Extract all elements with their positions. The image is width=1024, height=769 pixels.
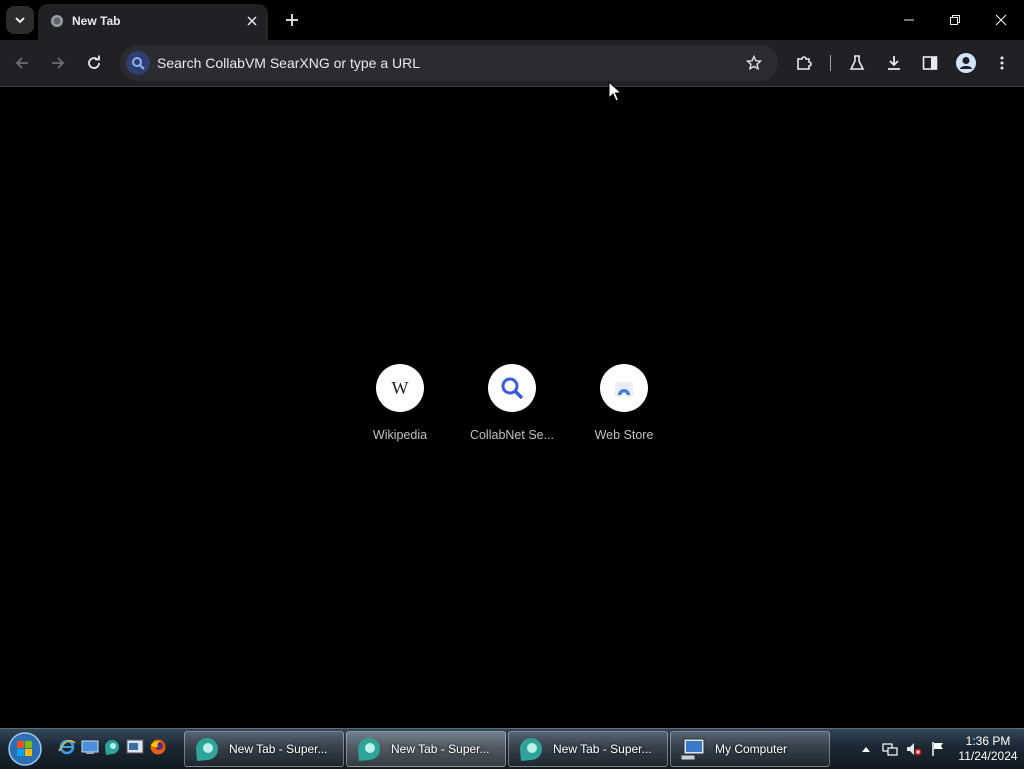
quicklaunch-ie[interactable] bbox=[58, 738, 76, 756]
chevron-down-icon bbox=[15, 17, 25, 24]
taskbar-button-label: New Tab - Super... bbox=[229, 742, 328, 756]
shortcut-label: Web Store bbox=[594, 428, 654, 442]
quicklaunch-firefox[interactable] bbox=[149, 738, 167, 756]
computer-icon bbox=[680, 738, 705, 761]
wikipedia-glyph: W bbox=[391, 377, 409, 398]
show-hidden-icons-button[interactable] bbox=[858, 741, 874, 757]
flask-icon bbox=[849, 55, 865, 70]
triangle-up-icon bbox=[862, 747, 870, 752]
reload-icon bbox=[88, 55, 100, 69]
close-window-button[interactable] bbox=[986, 6, 1016, 34]
labs-button[interactable] bbox=[843, 49, 871, 77]
download-icon bbox=[888, 56, 900, 70]
shortcut-label: CollabNet Se... bbox=[469, 428, 555, 442]
new-tab-page: W Wikipedia CollabNet Se... Web Store bbox=[0, 87, 1024, 728]
address-bar-placeholder: Search CollabVM SearXNG or type a URL bbox=[157, 55, 420, 71]
minimize-button[interactable] bbox=[894, 6, 924, 34]
search-icon bbox=[126, 51, 150, 75]
reload-button[interactable] bbox=[80, 49, 108, 77]
network-icon bbox=[882, 743, 898, 756]
arrow-left-icon bbox=[15, 57, 28, 69]
new-tab-button[interactable] bbox=[280, 8, 304, 32]
tab-close-button[interactable] bbox=[244, 13, 260, 29]
quicklaunch-window-switcher[interactable] bbox=[126, 738, 144, 756]
taskbar-button-new-tab-3[interactable]: New Tab - Super... bbox=[508, 731, 668, 767]
tray-volume[interactable] bbox=[906, 741, 922, 757]
tray-action-center[interactable] bbox=[930, 741, 946, 757]
bookmark-button[interactable] bbox=[744, 53, 764, 73]
shortcut-label: Wikipedia bbox=[372, 428, 428, 442]
show-desktop-icon bbox=[81, 740, 99, 754]
browser-icon bbox=[358, 738, 380, 761]
quicklaunch-browser[interactable] bbox=[103, 738, 121, 756]
avatar-icon bbox=[956, 53, 976, 73]
toolbar-divider bbox=[830, 55, 831, 71]
taskbar-button-label: My Computer bbox=[715, 742, 788, 756]
plus-icon bbox=[286, 14, 298, 26]
back-button[interactable] bbox=[8, 49, 36, 77]
tab-new-tab[interactable]: New Tab bbox=[38, 4, 268, 40]
wikipedia-icon: W bbox=[376, 364, 424, 412]
clock-time: 1:36 PM bbox=[965, 734, 1011, 748]
taskbar-button-my-computer[interactable]: My Computer bbox=[670, 731, 830, 767]
browser-icon bbox=[105, 740, 119, 755]
taskbar: New Tab - Super... New Tab - Super... Ne… bbox=[0, 728, 1024, 769]
firefox-icon bbox=[150, 739, 166, 755]
windows-orb-icon bbox=[8, 732, 42, 766]
shortcut-wikipedia[interactable]: W Wikipedia bbox=[352, 364, 448, 442]
browser-icon bbox=[520, 738, 542, 761]
menu-button[interactable] bbox=[988, 49, 1016, 77]
taskbar-button-new-tab-2[interactable]: New Tab - Super... bbox=[346, 731, 506, 767]
quicklaunch-desktop[interactable] bbox=[81, 738, 99, 756]
browser-icon bbox=[196, 738, 218, 761]
flag-icon bbox=[932, 742, 943, 756]
clock-date: 11/24/2024 bbox=[958, 749, 1018, 763]
puzzle-icon bbox=[797, 56, 812, 70]
address-bar[interactable]: Search CollabVM SearXNG or type a URL bbox=[120, 45, 778, 81]
arrow-right-icon bbox=[52, 57, 65, 69]
shortcut-collabnet-search[interactable]: CollabNet Se... bbox=[464, 364, 560, 442]
restore-button[interactable] bbox=[940, 6, 970, 34]
taskbar-button-new-tab-1[interactable]: New Tab - Super... bbox=[184, 731, 344, 767]
internet-explorer-icon bbox=[58, 739, 76, 755]
tab-title: New Tab bbox=[72, 14, 121, 28]
mouse-cursor-icon bbox=[608, 81, 622, 102]
star-icon bbox=[746, 55, 762, 71]
forward-button[interactable] bbox=[44, 49, 72, 77]
taskbar-button-label: New Tab - Super... bbox=[391, 742, 490, 756]
side-panel-button[interactable] bbox=[916, 49, 944, 77]
profile-button[interactable] bbox=[952, 49, 980, 77]
more-vert-icon bbox=[1000, 56, 1004, 70]
tray-network[interactable] bbox=[882, 741, 898, 757]
web-store-icon bbox=[600, 364, 648, 412]
taskbar-button-label: New Tab - Super... bbox=[553, 742, 652, 756]
browser-toolbar: Search CollabVM SearXNG or type a URL bbox=[0, 40, 1024, 87]
minimize-icon bbox=[904, 19, 914, 21]
search-icon bbox=[488, 364, 536, 412]
start-button[interactable] bbox=[5, 730, 45, 768]
close-icon bbox=[247, 16, 257, 26]
window-switcher-icon bbox=[126, 739, 144, 754]
globe-icon bbox=[51, 15, 63, 27]
restore-icon bbox=[950, 15, 960, 25]
volume-muted-icon bbox=[907, 743, 922, 756]
taskbar-clock[interactable]: 1:36 PM 11/24/2024 bbox=[952, 734, 1024, 764]
close-icon bbox=[995, 14, 1007, 26]
tab-search-button[interactable] bbox=[6, 6, 34, 34]
shortcut-web-store[interactable]: Web Store bbox=[576, 364, 672, 442]
downloads-button[interactable] bbox=[880, 49, 908, 77]
tab-strip: New Tab bbox=[0, 0, 1024, 40]
side-panel-icon bbox=[922, 56, 938, 70]
extensions-button[interactable] bbox=[790, 49, 818, 77]
